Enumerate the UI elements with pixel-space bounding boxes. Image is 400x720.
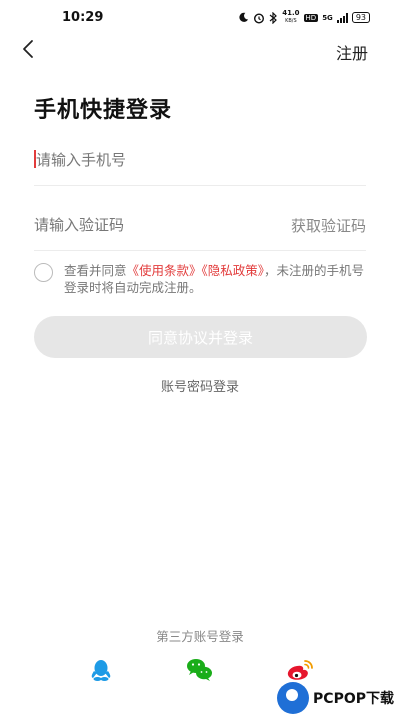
agreement-text: 查看并同意《使用条款》《隐私政策》，未注册的手机号登录时将自动完成注册。 [64, 262, 368, 296]
back-button[interactable] [18, 38, 40, 60]
password-login-row: 账号密码登录 [0, 376, 400, 395]
password-login-link[interactable]: 账号密码登录 [161, 380, 239, 395]
phone-field [34, 140, 366, 186]
hd-badge: HD [303, 13, 319, 22]
page-title: 手机快捷登录 [34, 98, 173, 123]
watermark-text: PCPOP下载 [313, 691, 394, 707]
status-time: 10:29 [62, 10, 104, 25]
weibo-icon[interactable] [285, 656, 315, 684]
third-party-title: 第三方账号登录 [156, 629, 244, 644]
verification-code-input[interactable] [34, 213, 254, 237]
signal-icon [336, 12, 348, 23]
battery-icon: 93 [351, 12, 370, 23]
bluetooth-icon [269, 11, 278, 24]
qq-icon[interactable] [86, 656, 116, 684]
speed-unit: KB/S [285, 18, 297, 24]
pcpop-logo-icon [277, 682, 310, 714]
agree-login-button[interactable]: 同意协议并登录 [34, 316, 367, 358]
network-type: 5G [322, 13, 333, 22]
status-icons: 41.0 KB/S HD 5G 93 [238, 10, 370, 25]
watermark: PCPOP下载 [277, 682, 394, 714]
agree-radio[interactable] [34, 263, 53, 282]
agreement-prefix: 查看并同意 [64, 263, 127, 278]
wechat-icon[interactable] [185, 656, 215, 684]
terms-link[interactable]: 《使用条款》 [127, 263, 202, 278]
get-code-button[interactable]: 获取验证码 [291, 215, 366, 236]
register-link[interactable]: 注册 [336, 40, 368, 64]
moon-icon [239, 12, 249, 22]
status-bar: 10:29 41.0 KB/S HD 5G 93 [0, 0, 400, 36]
alarm-icon [254, 12, 265, 24]
phone-input[interactable] [36, 148, 356, 172]
privacy-link[interactable]: 《隐私政策》 [202, 263, 265, 278]
network-speed: 41.0 KB/S [282, 10, 299, 25]
code-field: 获取验证码 [34, 205, 366, 251]
speed-value: 41.0 [282, 9, 300, 17]
